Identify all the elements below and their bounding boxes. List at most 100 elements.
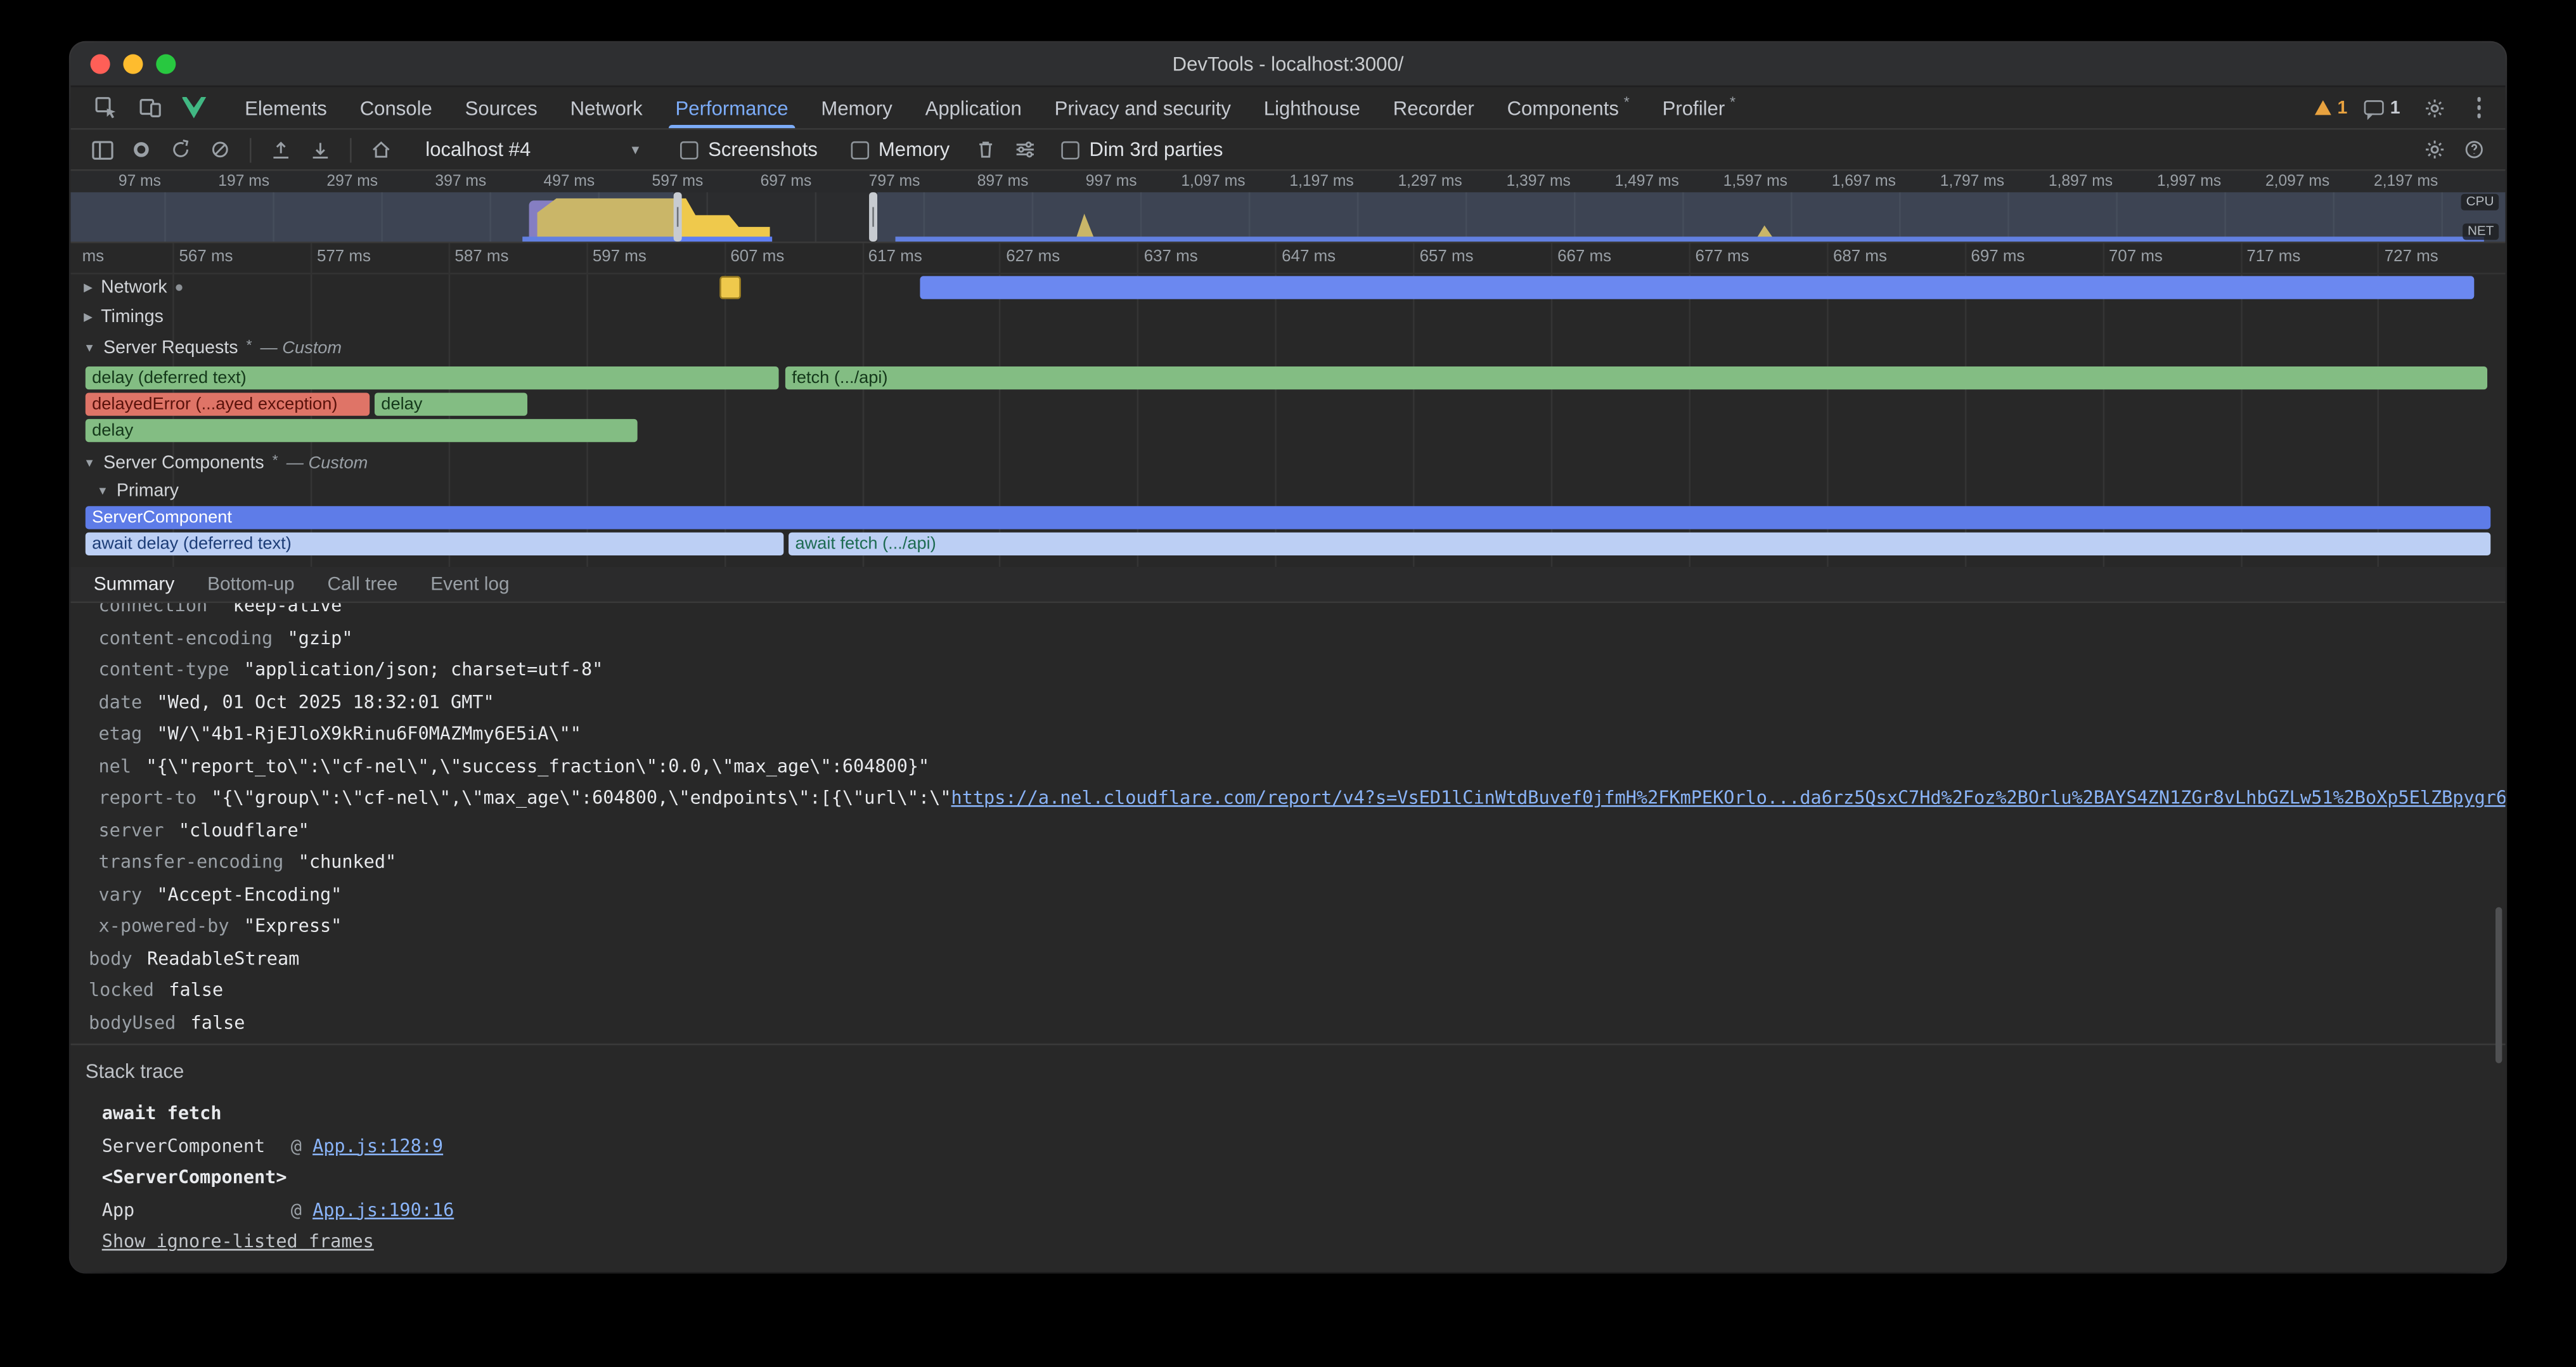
flame-bar-await-fetch-api-[interactable]: await fetch (.../api) <box>789 533 2490 555</box>
overview-tick-label: 2,097 ms <box>2231 172 2330 191</box>
track-header-primary[interactable]: ▼ Primary <box>97 480 179 503</box>
flame-bar-delayederror-ayed-exception-[interactable]: delayedError (...ayed exception) <box>86 392 370 415</box>
overview-tick-label: 1,797 ms <box>1906 172 2005 191</box>
tab-components[interactable]: Components* <box>1491 87 1646 128</box>
track-row-server-requests-3: delay <box>70 419 2505 444</box>
checkbox-box <box>1061 141 1079 159</box>
help-icon[interactable] <box>2456 133 2492 166</box>
tab-lighthouse[interactable]: Lighthouse <box>1247 87 1377 128</box>
track-header-server-components[interactable]: ▼ Server Components * — Custom <box>84 452 368 475</box>
tab-sources[interactable]: Sources <box>449 87 554 128</box>
tab-memory[interactable]: Memory <box>805 87 909 128</box>
property-value: false <box>169 980 223 1001</box>
live-metrics-home-icon[interactable] <box>363 133 399 166</box>
toolbar-separator <box>350 137 352 162</box>
ruler-tick-label: 717 ms <box>2246 248 2300 266</box>
memory-checkbox[interactable]: Memory <box>851 138 950 161</box>
device-toolbar-icon[interactable] <box>131 91 167 124</box>
track-header-timings[interactable]: ▶ Timings <box>84 306 164 328</box>
property-key: x-powered-by <box>99 916 229 937</box>
close-button[interactable] <box>91 55 110 74</box>
property-value: "{\"report_to\":\"cf-nel\",\"success_fra… <box>146 755 929 777</box>
tab-label: Memory <box>821 96 892 119</box>
track-config-dot-icon[interactable] <box>176 284 182 290</box>
ruler-tick-label: 657 ms <box>1420 248 1474 266</box>
overview-chart[interactable]: CPU NET <box>70 192 2505 242</box>
ruler-tick-label: 667 ms <box>1557 248 1611 266</box>
overview-dim-left <box>70 192 673 242</box>
overview-tick-label: 1,897 ms <box>2014 172 2113 191</box>
flame-bar-servercomponent[interactable]: ServerComponent <box>86 506 2490 529</box>
property-key: connection <box>99 603 208 616</box>
details-tab-bottom-up[interactable]: Bottom-up <box>191 567 311 601</box>
tab-performance[interactable]: Performance <box>659 87 805 128</box>
flame-bar-await-delay-deferred-text-[interactable]: await delay (deferred text) <box>86 533 784 555</box>
extension-icon[interactable] <box>176 91 212 124</box>
titlebar[interactable]: DevTools - localhost:3000/ <box>70 42 2505 87</box>
scrollbar-thumb[interactable] <box>2496 907 2502 1063</box>
tab-elements[interactable]: Elements <box>228 87 344 128</box>
flame-bar-fetch-api-[interactable]: fetch (.../api) <box>785 366 2487 389</box>
flame-bar[interactable] <box>920 276 2474 299</box>
cpu-lane-label: CPU <box>2461 194 2499 211</box>
network-conditions-tune-icon[interactable] <box>1007 133 1043 166</box>
warning-triangle-icon <box>2314 100 2331 115</box>
tab-privacy-and-security[interactable]: Privacy and security <box>1038 87 1247 128</box>
console-messages-icon[interactable]: 1 <box>2364 98 2400 117</box>
source-location-link[interactable]: App.js:128:9 <box>312 1135 443 1156</box>
clear-icon[interactable] <box>202 133 238 166</box>
property-value: "Wed, 01 Oct 2025 18:32:01 GMT" <box>157 691 494 713</box>
inspect-icon[interactable] <box>87 91 123 124</box>
selection-handle-right[interactable] <box>869 192 877 242</box>
details-tab-event-log[interactable]: Event log <box>414 567 525 601</box>
ruler-gridline <box>1413 243 1415 273</box>
flame-bar[interactable] <box>719 276 741 299</box>
details-tab-call-tree[interactable]: Call tree <box>311 567 415 601</box>
track-row-server-requests-2: delayedError (...ayed exception)delay <box>70 392 2505 417</box>
flame-bar-delay[interactable]: delay <box>86 419 638 442</box>
record-and-reload-icon[interactable] <box>163 133 199 166</box>
record-icon[interactable] <box>123 133 159 166</box>
show-ignore-listed-link[interactable]: Show ignore-listed frames <box>102 1226 374 1259</box>
more-menu-icon[interactable] <box>2470 91 2489 124</box>
details-tab-summary[interactable]: Summary <box>77 567 191 601</box>
source-location-link[interactable]: App.js:190:16 <box>312 1199 454 1221</box>
tab-application[interactable]: Application <box>909 87 1038 128</box>
flame-bar-delay-deferred-text-[interactable]: delay (deferred text) <box>86 366 779 389</box>
tab-recorder[interactable]: Recorder <box>1377 87 1491 128</box>
settings-gear-icon[interactable] <box>2417 91 2453 124</box>
tab-console[interactable]: Console <box>344 87 449 128</box>
toggle-sidebar-icon[interactable] <box>84 133 120 166</box>
stack-function-name: ServerComponent <box>102 1130 291 1162</box>
overview-tick-label: 797 ms <box>821 172 920 191</box>
property-value: "application/json; charset=utf-8" <box>244 659 603 680</box>
timeline-overview[interactable]: 97 ms197 ms297 ms397 ms497 ms597 ms697 m… <box>70 171 2505 243</box>
history-dropdown[interactable]: localhost #4 ▾ <box>416 133 649 166</box>
tab-profiler[interactable]: Profiler* <box>1646 87 1752 128</box>
track-header-server-requests[interactable]: ▼ Server Requests * — Custom <box>84 337 342 360</box>
tab-label: Lighthouse <box>1264 96 1360 119</box>
minimize-button[interactable] <box>123 55 143 74</box>
tab-network[interactable]: Network <box>554 87 659 128</box>
flame-chart[interactable]: ▶ Network ▶ Timings ▼ Server Requests * … <box>70 275 2505 567</box>
ruler-tick-label: 677 ms <box>1695 248 1749 266</box>
property-value: "Express" <box>244 916 342 937</box>
maximize-button[interactable] <box>156 55 176 74</box>
save-profile-icon[interactable] <box>302 133 338 166</box>
ruler-tick-label: 647 ms <box>1282 248 1336 266</box>
overview-tick-label: 697 ms <box>713 172 812 191</box>
track-header-network[interactable]: ▶ Network <box>84 276 182 299</box>
flame-bar-delay[interactable]: delay <box>375 392 527 415</box>
garbage-collect-icon[interactable] <box>968 133 1004 166</box>
screenshots-checkbox[interactable]: Screenshots <box>680 138 818 161</box>
issues-warning-icon[interactable]: 1 <box>2314 98 2347 117</box>
capture-settings-gear-icon[interactable] <box>2417 133 2453 166</box>
load-profile-icon[interactable] <box>263 133 299 166</box>
report-url-link[interactable]: https://a.nel.cloudflare.com/report/v4?s… <box>951 787 2506 808</box>
track-row-primary-header: ▼ Primary <box>70 480 2505 505</box>
property-row-connection: connection"keep-alive" <box>70 603 2505 622</box>
dim-3rd-parties-checkbox[interactable]: Dim 3rd parties <box>1061 138 1223 161</box>
property-value: "W/\"4b1-RjEJloX9kRinu6F0MAZMmy6E5iA\"" <box>157 723 581 744</box>
selection-handle-left[interactable] <box>674 192 682 242</box>
devtools-window: DevTools - localhost:3000/ <box>70 42 2505 1272</box>
